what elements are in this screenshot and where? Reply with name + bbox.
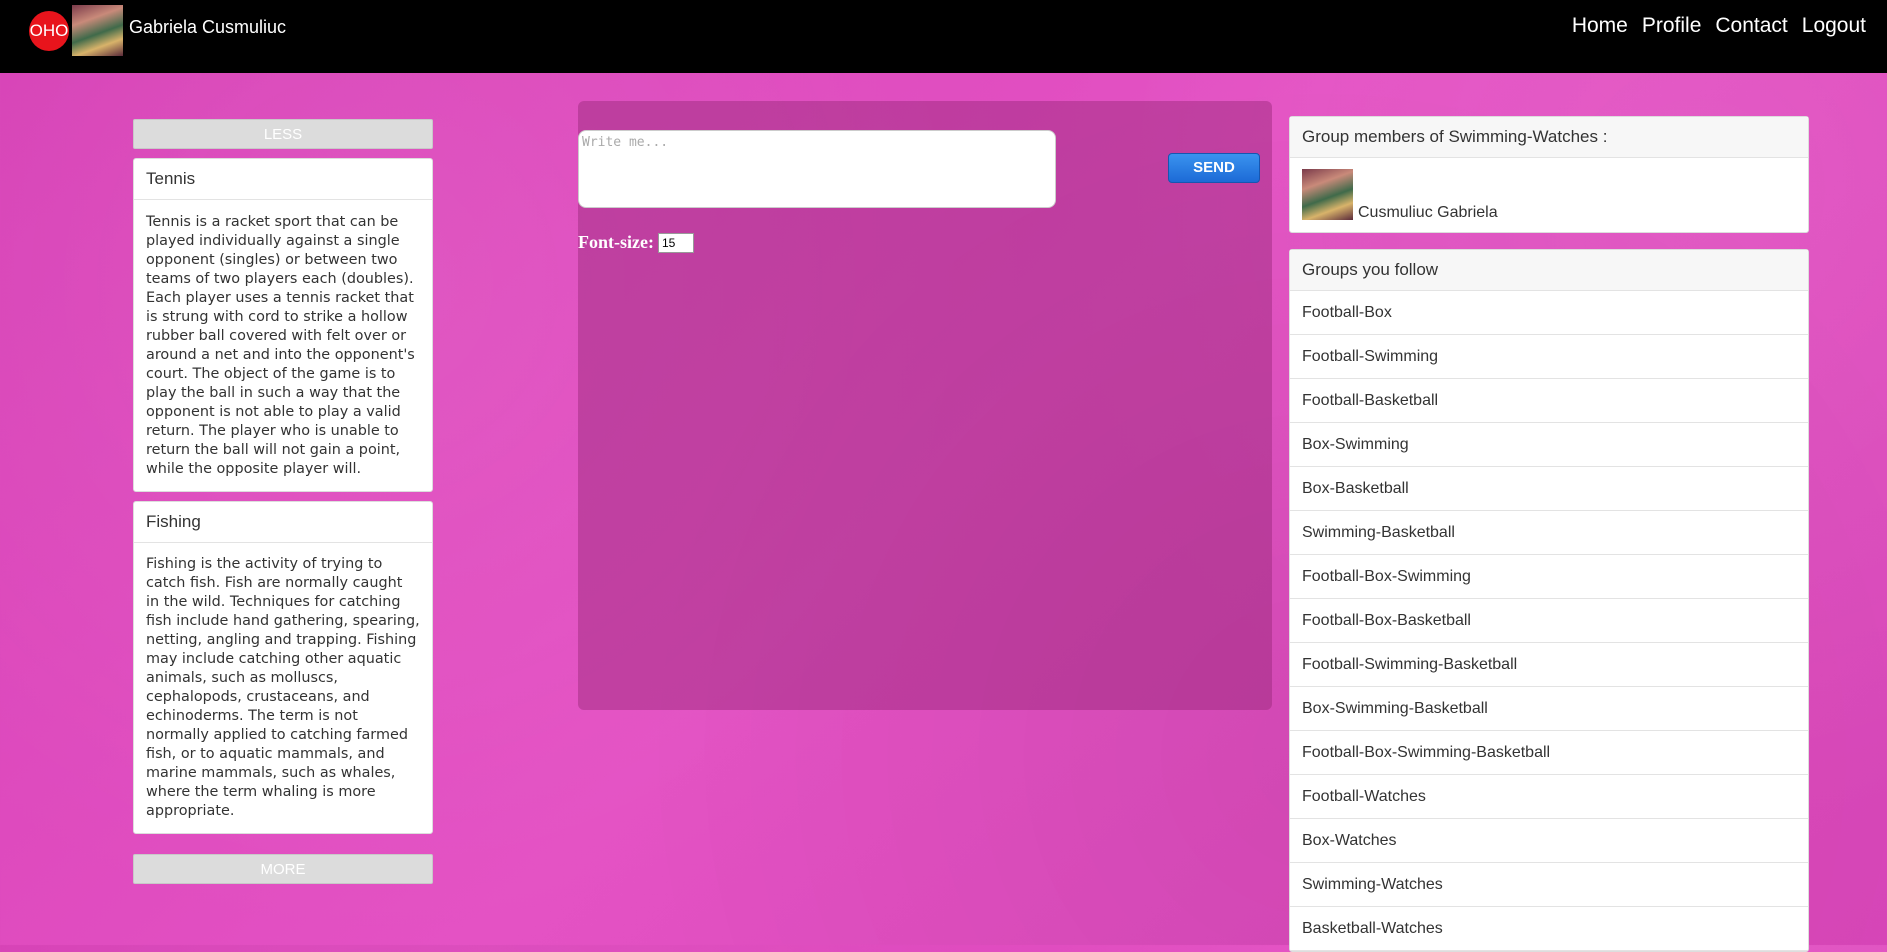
hobby-card-fishing: Fishing Fishing is the activity of tryin… bbox=[133, 501, 433, 834]
font-size-control: Font-size: bbox=[578, 232, 694, 253]
group-item[interactable]: Box-Basketball bbox=[1290, 467, 1808, 511]
send-button[interactable]: SEND bbox=[1168, 153, 1260, 183]
nav-home-link[interactable]: Home bbox=[1572, 14, 1628, 38]
group-item[interactable]: Football-Box-Swimming-Basketball bbox=[1290, 731, 1808, 775]
logo[interactable]: OHO bbox=[29, 11, 69, 51]
group-item[interactable]: Basketball-Watches bbox=[1290, 907, 1808, 951]
hobbies-column: LESS Tennis Tennis is a racket sport tha… bbox=[133, 119, 433, 884]
groups-column: Group members of Swimming-Watches : Cusm… bbox=[1289, 116, 1809, 952]
group-item[interactable]: Swimming-Basketball bbox=[1290, 511, 1808, 555]
nav-contact-link[interactable]: Contact bbox=[1715, 14, 1787, 38]
groups-panel-title: Groups you follow bbox=[1290, 250, 1808, 291]
member-name[interactable]: Cusmuliuc Gabriela bbox=[1358, 204, 1498, 222]
nav-logout-link[interactable]: Logout bbox=[1802, 14, 1866, 38]
group-item[interactable]: Football-Watches bbox=[1290, 775, 1808, 819]
group-item[interactable]: Football-Box bbox=[1290, 291, 1808, 335]
members-panel: Group members of Swimming-Watches : Cusm… bbox=[1289, 116, 1809, 233]
members-panel-title: Group members of Swimming-Watches : bbox=[1290, 117, 1808, 158]
group-item[interactable]: Football-Basketball bbox=[1290, 379, 1808, 423]
group-item[interactable]: Football-Swimming-Basketball bbox=[1290, 643, 1808, 687]
more-button[interactable]: MORE bbox=[133, 854, 433, 884]
hobby-card-tennis: Tennis Tennis is a racket sport that can… bbox=[133, 158, 433, 492]
less-button[interactable]: LESS bbox=[133, 119, 433, 149]
group-item[interactable]: Box-Watches bbox=[1290, 819, 1808, 863]
hobby-card-title: Fishing bbox=[134, 502, 432, 543]
group-item[interactable]: Box-Swimming bbox=[1290, 423, 1808, 467]
hobby-card-text: Fishing is the activity of trying to cat… bbox=[146, 556, 420, 819]
main-nav: Home Profile Contact Logout bbox=[1572, 14, 1866, 38]
font-size-input[interactable] bbox=[657, 232, 694, 253]
hobby-card-title: Tennis bbox=[134, 159, 432, 200]
member-avatar[interactable] bbox=[1302, 169, 1353, 220]
group-item[interactable]: Football-Box-Basketball bbox=[1290, 599, 1808, 643]
groups-panel: Groups you follow Football-Box Football-… bbox=[1289, 249, 1809, 952]
group-item[interactable]: Football-Box-Swimming bbox=[1290, 555, 1808, 599]
group-item[interactable]: Box-Swimming-Basketball bbox=[1290, 687, 1808, 731]
nav-profile-link[interactable]: Profile bbox=[1642, 14, 1702, 38]
group-item[interactable]: Swimming-Watches bbox=[1290, 863, 1808, 907]
user-avatar[interactable] bbox=[72, 5, 123, 56]
user-name: Gabriela Cusmuliuc bbox=[129, 17, 287, 37]
font-size-label: Font-size: bbox=[578, 232, 654, 252]
member-item[interactable]: Cusmuliuc Gabriela bbox=[1290, 158, 1808, 232]
message-input[interactable] bbox=[578, 130, 1056, 208]
group-item[interactable]: Football-Swimming bbox=[1290, 335, 1808, 379]
hobby-card-text: Tennis is a racket sport that can be pla… bbox=[146, 214, 415, 477]
chat-panel: SEND Font-size: bbox=[578, 101, 1272, 710]
top-navbar: OHO Gabriela Cusmuliuc Home Profile Cont… bbox=[0, 0, 1887, 73]
